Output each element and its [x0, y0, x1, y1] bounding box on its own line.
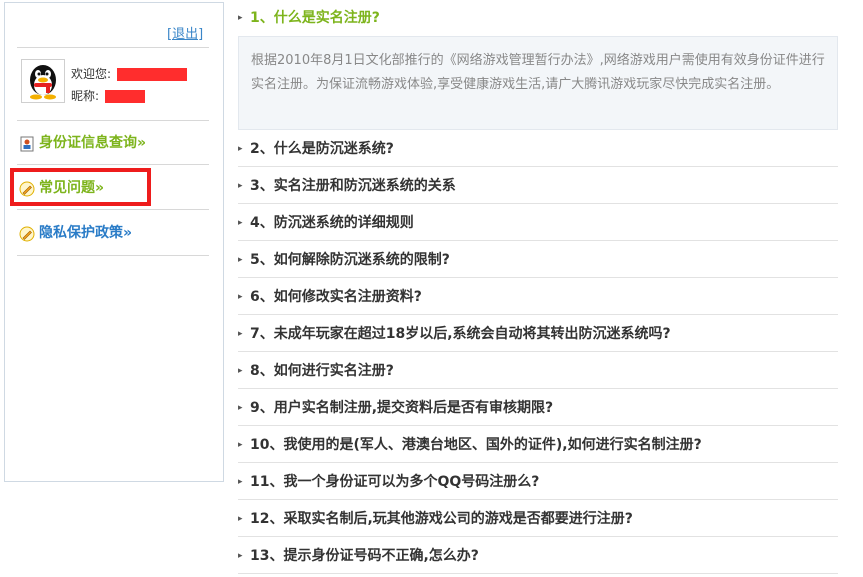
id-card-icon: [19, 135, 35, 152]
caret-icon: ▸: [238, 181, 243, 191]
faq-question: 2、什么是防沉迷系统?: [250, 141, 394, 157]
faq-item[interactable]: ▸ 2、什么是防沉迷系统?: [238, 131, 838, 167]
faq-question: 13、提示身份证号码不正确,怎么办?: [250, 548, 479, 564]
faq-question: 9、用户实名制注册,提交资料后是否有审核期限?: [250, 400, 554, 416]
redacted-nickname: [105, 90, 146, 103]
faq-question: 11、我一个身份证可以为多个QQ号码注册么?: [250, 474, 540, 490]
faq-question: 8、如何进行实名注册?: [250, 363, 394, 379]
caret-icon: ▸: [238, 329, 243, 339]
welcome-line: 欢迎您:: [71, 65, 188, 82]
caret-icon: ▸: [238, 292, 243, 302]
faq-item[interactable]: ▸ 13、提示身份证号码不正确,怎么办?: [238, 538, 838, 574]
welcome-label: 欢迎您:: [71, 67, 112, 81]
nav-item-label: 隐私保护政策»: [39, 225, 133, 241]
caret-icon: ▸: [238, 477, 243, 487]
faq-item[interactable]: ▸ 7、未成年玩家在超过18岁以后,系统会自动将其转出防沉迷系统吗?: [238, 316, 838, 352]
avatar: [21, 59, 65, 103]
nav-item-id-query[interactable]: 身份证信息查询»: [19, 130, 209, 156]
divider: [17, 164, 209, 165]
faq-item[interactable]: ▸ 4、防沉迷系统的详细规则: [238, 205, 838, 241]
pencil-icon: [19, 225, 35, 242]
faq-item[interactable]: ▸ 6、如何修改实名注册资料?: [238, 279, 838, 315]
nickname-line: 昵称:: [71, 87, 146, 104]
caret-icon: ▸: [238, 551, 243, 561]
faq-question: 5、如何解除防沉迷系统的限制?: [250, 252, 450, 268]
faq-item[interactable]: ▸ 5、如何解除防沉迷系统的限制?: [238, 242, 838, 278]
faq-question: 1、什么是实名注册?: [250, 10, 380, 26]
divider: [17, 255, 209, 256]
faq-item[interactable]: ▸ 9、用户实名制注册,提交资料后是否有审核期限?: [238, 390, 838, 426]
divider: [17, 120, 209, 121]
caret-icon: ▸: [238, 403, 243, 413]
sidebar: [退出] 欢迎您: 昵称: 身份证信息查询» 常见问题» 隐私保护政策»: [4, 2, 224, 482]
divider: [17, 209, 209, 210]
nav-item-privacy[interactable]: 隐私保护政策»: [19, 220, 209, 246]
faq-item[interactable]: ▸ 8、如何进行实名注册?: [238, 353, 838, 389]
caret-icon: ▸: [238, 440, 243, 450]
logout-link[interactable]: [退出]: [167, 23, 203, 42]
faq-question: 7、未成年玩家在超过18岁以后,系统会自动将其转出防沉迷系统吗?: [250, 326, 671, 342]
faq-question: 6、如何修改实名注册资料?: [250, 289, 422, 305]
caret-icon: ▸: [238, 13, 243, 23]
caret-icon: ▸: [238, 514, 243, 524]
caret-icon: ▸: [238, 255, 243, 265]
faq-question: 4、防沉迷系统的详细规则: [250, 215, 414, 231]
faq-item[interactable]: ▸ 10、我使用的是(军人、港澳台地区、国外的证件),如何进行实名制注册?: [238, 427, 838, 463]
caret-icon: ▸: [238, 366, 243, 376]
faq-item[interactable]: ▸ 12、采取实名制后,玩其他游戏公司的游戏是否都要进行注册?: [238, 501, 838, 537]
divider: [17, 47, 209, 48]
caret-icon: ▸: [238, 218, 243, 228]
nav-item-label: 身份证信息查询»: [39, 135, 147, 151]
faq-item[interactable]: ▸ 1、什么是实名注册?: [238, 0, 838, 36]
faq-item[interactable]: ▸ 11、我一个身份证可以为多个QQ号码注册么?: [238, 464, 838, 500]
faq-question: 10、我使用的是(军人、港澳台地区、国外的证件),如何进行实名制注册?: [250, 437, 702, 453]
faq-question: 3、实名注册和防沉迷系统的关系: [250, 178, 456, 194]
faq-answer: 根据2010年8月1日文化部推行的《网络游戏管理暂行办法》,网络游戏用户需使用有…: [238, 36, 838, 130]
penguin-avatar-icon: [30, 65, 56, 100]
faq-question: 12、采取实名制后,玩其他游戏公司的游戏是否都要进行注册?: [250, 511, 633, 527]
highlight-box: [10, 168, 151, 206]
caret-icon: ▸: [238, 144, 243, 154]
faq-item[interactable]: ▸ 3、实名注册和防沉迷系统的关系: [238, 168, 838, 204]
redacted-username: [117, 68, 188, 81]
nickname-label: 昵称:: [71, 89, 100, 103]
